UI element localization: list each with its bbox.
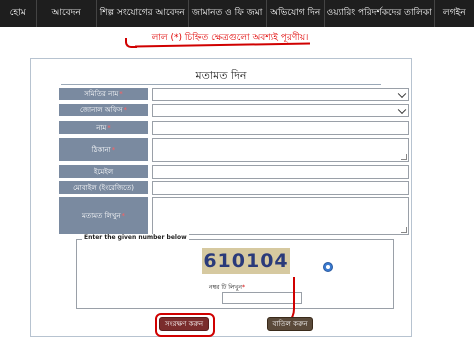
resize-handle[interactable] xyxy=(401,227,407,233)
top-nav: হোম আবেদন শিল্প সংযোগের আবেদন জামানত ও ফ… xyxy=(0,0,474,27)
name-input[interactable] xyxy=(152,121,409,135)
row-opinion: মতামত লিখুন * xyxy=(59,197,409,235)
row-samity: সমিতির নাম * xyxy=(59,88,409,101)
row-mobile: মোবাইল (ইংরেজিতে) xyxy=(59,181,409,195)
captcha-fieldset: Enter the given number below 610104 নম্ব… xyxy=(76,234,394,309)
row-name: নাম * xyxy=(59,121,409,135)
opinion-textarea[interactable] xyxy=(152,197,409,235)
nav-industrial-connection[interactable]: শিল্প সংযোগের আবেদন xyxy=(97,0,189,27)
mobile-input[interactable] xyxy=(152,181,409,195)
notice-arrow xyxy=(125,38,137,48)
address-textarea[interactable] xyxy=(152,138,409,162)
label-mobile: মোবাইল (ইংরেজিতে) xyxy=(59,181,148,195)
row-zonal: জোনাল অফিস * xyxy=(59,104,409,117)
chevron-down-icon xyxy=(397,105,407,114)
resize-handle[interactable] xyxy=(401,154,407,160)
label-opinion: মতামত লিখুন * xyxy=(59,197,148,235)
label-name: নাম * xyxy=(59,121,148,135)
label-email: ইমেইল xyxy=(59,165,148,179)
email-input[interactable] xyxy=(152,165,409,179)
label-zonal: জোনাল অফিস * xyxy=(59,104,148,117)
nav-deposit-fee[interactable]: জামানত ও ফি জমা xyxy=(189,0,267,27)
nav-wiring-inspectors[interactable]: ওয়্যারিং পরিদর্শকদের তালিকা xyxy=(325,0,435,27)
samity-select[interactable] xyxy=(152,88,409,101)
zonal-office-select[interactable] xyxy=(152,104,409,117)
nav-apply[interactable]: আবেদন xyxy=(37,0,97,27)
row-address: ঠিকানা * xyxy=(59,138,409,162)
label-samity: সমিতির নাম * xyxy=(59,88,148,101)
save-button[interactable]: সংরক্ষণ করুন xyxy=(159,317,209,331)
chevron-down-icon xyxy=(397,89,407,98)
captcha-legend: Enter the given number below xyxy=(82,234,189,241)
nav-home[interactable]: হোম xyxy=(0,0,37,27)
refresh-icon[interactable] xyxy=(323,262,333,272)
nav-login[interactable]: লগইন xyxy=(435,0,474,27)
row-email: ইমেইল xyxy=(59,165,409,179)
captcha-image: 610104 xyxy=(202,248,290,274)
nav-complaint[interactable]: অভিযোগ দিন xyxy=(267,0,325,27)
title-divider xyxy=(61,84,381,85)
cancel-button[interactable]: বাতিল করুন xyxy=(267,317,313,331)
label-address: ঠিকানা * xyxy=(59,138,148,162)
feedback-form: মতামত দিন সমিতির নাম * জোনাল অফিস * নাম * ঠ… xyxy=(30,58,412,337)
